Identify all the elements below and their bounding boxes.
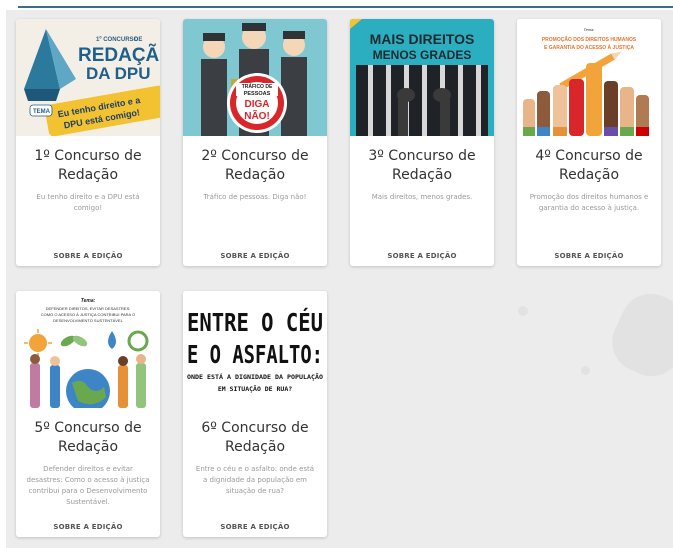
about-edition-link[interactable]: SOBRE A EDIÇÃO <box>16 252 160 260</box>
card-title: 6º Concurso de Redação <box>201 420 309 455</box>
about-edition-link[interactable]: SOBRE A EDIÇÃO <box>16 523 160 531</box>
card-description: Promoção dos direitos humanos e garantia… <box>529 193 649 212</box>
svg-text:PESSOAS: PESSOAS <box>244 91 271 97</box>
svg-text:Tema:: Tema: <box>584 27 595 32</box>
card-image-6: ENTRE O CÉU E O ASFALTO: ONDE ESTÁ A DIG… <box>183 291 327 408</box>
about-edition-link[interactable]: SOBRE A EDIÇÃO <box>517 252 661 260</box>
decor-dot <box>581 366 590 375</box>
svg-text:PROMOÇÃO DOS DIREITOS HUMANOS: PROMOÇÃO DOS DIREITOS HUMANOS <box>542 36 637 43</box>
card-description: Eu tenho direito e a DPU está comigo! <box>36 193 140 212</box>
contest-card-3[interactable]: MAIS DIREITOS MENOS GRADES 3º Concurso d… <box>350 19 494 266</box>
svg-text:DEFENDER DIREITOS, EVITAR DESA: DEFENDER DIREITOS, EVITAR DESASTRES: <box>46 306 131 311</box>
contest-1-poster: 1º CONCURSO DE REDAÇÃO DA DPU Eu tenho d… <box>16 19 160 136</box>
card-image-4: Tema: PROMOÇÃO DOS DIREITOS HUMANOS E GA… <box>517 19 661 136</box>
contest-4-poster: Tema: PROMOÇÃO DOS DIREITOS HUMANOS E GA… <box>517 19 661 136</box>
svg-text:MENOS GRADES: MENOS GRADES <box>373 48 472 62</box>
contest-5-poster: Tema: DEFENDER DIREITOS, EVITAR DESASTRE… <box>16 291 160 408</box>
svg-text:DIGA: DIGA <box>245 99 270 110</box>
svg-text:DESENVOLVIMENTO SUSTENTÁVEL: DESENVOLVIMENTO SUSTENTÁVEL <box>53 318 123 323</box>
svg-text:TRÁFICO DE: TRÁFICO DE <box>242 83 273 90</box>
svg-text:Tema:: Tema: <box>81 298 96 304</box>
top-border <box>18 6 673 8</box>
card-title: 4º Concurso de Redação <box>535 148 643 183</box>
card-image-5: Tema: DEFENDER DIREITOS, EVITAR DESASTRE… <box>16 291 160 408</box>
card-description: Entre o céu e o asfalto: onde está a dig… <box>195 465 315 495</box>
card-image-3: MAIS DIREITOS MENOS GRADES <box>350 19 494 136</box>
svg-text:DE: DE <box>134 37 142 43</box>
contest-card-4[interactable]: Tema: PROMOÇÃO DOS DIREITOS HUMANOS E GA… <box>517 19 661 266</box>
svg-text:NÃO!: NÃO! <box>244 109 270 122</box>
svg-text:EM SITUAÇÃO DE RUA?: EM SITUAÇÃO DE RUA? <box>218 384 292 393</box>
card-title: 3º Concurso de Redação <box>368 148 476 183</box>
card-title: 1º Concurso de Redação <box>34 148 142 183</box>
svg-text:1º CONCURSO: 1º CONCURSO <box>96 37 139 43</box>
contest-card-5[interactable]: Tema: DEFENDER DIREITOS, EVITAR DESASTRE… <box>16 291 160 537</box>
contest-card-1[interactable]: 1º CONCURSO DE REDAÇÃO DA DPU Eu tenho d… <box>16 19 160 266</box>
svg-text:TEMA: TEMA <box>33 109 51 115</box>
svg-text:REDAÇÃO: REDAÇÃO <box>78 44 160 66</box>
svg-text:ONDE ESTÁ A DIGNIDADE DA POPUL: ONDE ESTÁ A DIGNIDADE DA POPULAÇÃO <box>187 372 323 381</box>
contest-card-2[interactable]: TRÁFICO DE PESSOAS DIGA NÃO! 2º Concurso… <box>183 19 327 266</box>
contest-3-poster: MAIS DIREITOS MENOS GRADES <box>350 19 494 136</box>
svg-text:E GARANTIA DO ACESSO À JUSTIÇA: E GARANTIA DO ACESSO À JUSTIÇA <box>544 44 634 51</box>
card-title: 5º Concurso de Redação <box>34 420 142 455</box>
card-title: 2º Concurso de Redação <box>201 148 309 183</box>
svg-text:ENTRE O CÉU: ENTRE O CÉU <box>187 308 323 337</box>
svg-text:MAIS DIREITOS: MAIS DIREITOS <box>370 31 475 47</box>
contest-6-poster: ENTRE O CÉU E O ASFALTO: ONDE ESTÁ A DIG… <box>183 291 327 408</box>
contest-2-poster: TRÁFICO DE PESSOAS DIGA NÃO! <box>183 19 327 136</box>
card-description: Mais direitos, menos grades. <box>371 193 473 201</box>
decor-dot <box>518 306 528 316</box>
card-image-1: 1º CONCURSO DE REDAÇÃO DA DPU Eu tenho d… <box>16 19 160 136</box>
card-description: Tráfico de pessoas. Diga não! <box>203 193 307 201</box>
contest-card-6[interactable]: ENTRE O CÉU E O ASFALTO: ONDE ESTÁ A DIG… <box>183 291 327 537</box>
card-description: Defender direitos e evitar desastres: Co… <box>26 465 150 506</box>
about-edition-link[interactable]: SOBRE A EDIÇÃO <box>183 252 327 260</box>
decor-blob <box>602 283 673 387</box>
about-edition-link[interactable]: SOBRE A EDIÇÃO <box>183 523 327 531</box>
card-image-2: TRÁFICO DE PESSOAS DIGA NÃO! <box>183 19 327 136</box>
svg-text:DA DPU: DA DPU <box>86 64 151 83</box>
svg-text:E O ASFALTO:: E O ASFALTO: <box>187 340 323 369</box>
about-edition-link[interactable]: SOBRE A EDIÇÃO <box>350 252 494 260</box>
svg-text:COMO O ACESSO À JUSTIÇA CONTRI: COMO O ACESSO À JUSTIÇA CONTRIBUI PARA O <box>41 312 135 317</box>
